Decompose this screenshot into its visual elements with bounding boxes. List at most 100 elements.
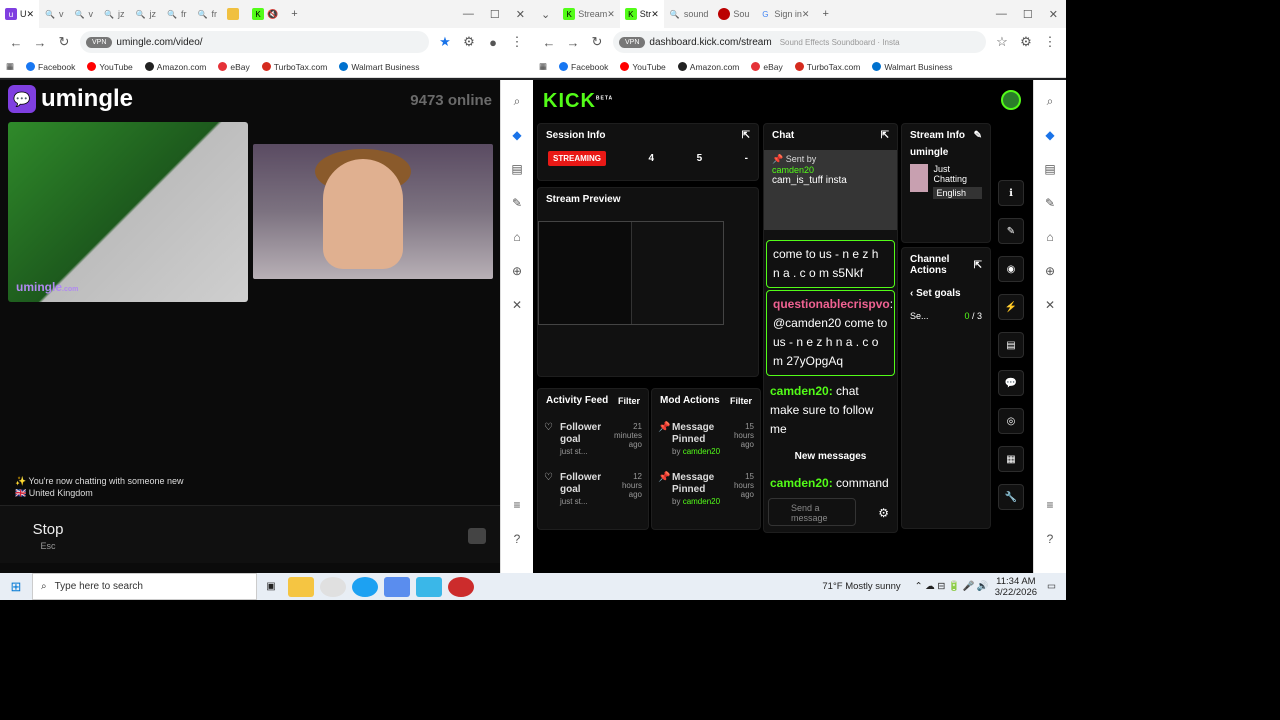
tab-kick-stream[interactable]: K Stream ✕ [558,0,620,28]
bookmark-walmart[interactable]: Walmart Business [872,62,953,72]
bookmark-amazon[interactable]: Amazon.com [144,62,206,72]
umingle-logo[interactable]: 💬 umingle [8,85,133,113]
apps-icon[interactable]: ▦ [6,61,14,72]
vpn-badge[interactable]: VPN [86,36,113,48]
bookmark-facebook[interactable]: Facebook [559,62,608,72]
layout-icon[interactable]: ▦ [998,446,1024,472]
close-button[interactable]: ✕ [1041,8,1066,21]
popout-icon[interactable]: ⇱ [742,130,750,141]
tools-icon[interactable]: ✕ [507,298,527,318]
chat-input[interactable]: Send a message [768,498,856,526]
taskbar-search[interactable]: ⌕ Type here to search [32,573,257,600]
shopping-icon[interactable]: ▤ [507,162,527,182]
store-icon[interactable] [384,576,410,597]
copilot-icon[interactable]: ◆ [1040,128,1060,148]
file-explorer-icon[interactable] [288,576,314,597]
tab-4[interactable]: 🔍 jz [98,0,130,28]
mod-filter-button[interactable]: Filter [730,396,752,406]
pinned-message[interactable]: 📌 Sent by camden20 cam_is_tuff insta [764,150,897,230]
app-icon[interactable] [416,576,442,597]
help-icon[interactable]: ? [1040,532,1060,552]
url-field[interactable]: VPN umingle.com/video/ [80,31,429,53]
pencil-icon[interactable]: ✎ [998,218,1024,244]
tab-7[interactable]: 🔍 fr [192,0,223,28]
tray-icons[interactable]: ⌃ ☁ ⊟ 🔋 🎤 🔊 [915,581,989,592]
stop-button[interactable]: Stop Esc [8,516,88,556]
help-icon[interactable]: ? [507,532,527,552]
forward-icon[interactable]: → [28,35,52,50]
customize-icon[interactable]: ≡ [507,498,527,518]
popout-icon[interactable]: ⇱ [881,130,889,141]
minimize-button[interactable]: — [988,8,1015,20]
wrench-icon[interactable]: 🔧 [998,484,1024,510]
task-view-icon[interactable]: ▣ [257,581,285,592]
bookmark-ebay[interactable]: eBay [218,62,250,72]
set-goals-button[interactable]: ‹ Set goals [902,282,990,305]
tag-icon[interactable]: ⌂ [1040,230,1060,250]
popout-icon[interactable]: ⇱ [974,260,982,271]
bookmark-facebook[interactable]: Facebook [26,62,75,72]
bookmark-star-icon[interactable]: ★ [433,34,457,50]
tab-6[interactable]: 🔍 fr [161,0,192,28]
tab-kick-active[interactable]: K Str ✕ [619,0,664,28]
profile-icon[interactable]: ● [481,35,505,50]
url-field[interactable]: VPN dashboard.kick.com/stream Sound Effect… [613,31,986,53]
bookmark-ebay[interactable]: eBay [751,62,783,72]
apps-icon[interactable]: ▦ [539,61,547,72]
tab-sound[interactable]: 🔍 sound [664,0,714,28]
tab-2[interactable]: 🔍 v [39,0,69,28]
back-icon[interactable]: ← [4,35,28,50]
tag-icon[interactable]: ⌂ [507,230,527,250]
edit-icon[interactable]: ✎ [974,130,982,141]
edit-icon[interactable]: ✎ [1040,196,1060,216]
info-icon[interactable]: ℹ [998,180,1024,206]
preview-thumbnail[interactable] [538,221,724,325]
games-icon[interactable]: ⊕ [1040,264,1060,284]
reload-icon[interactable]: ↻ [52,34,76,50]
tab-sign-in[interactable]: G Sign in ✕ [754,0,814,28]
url-suggestion[interactable]: Sound Effects Soundboard · Insta [780,38,900,47]
clock[interactable]: 11:34 AM 3/22/2026 [995,576,1037,598]
tab-5[interactable]: 🔍 jz [130,0,162,28]
broadcast-icon[interactable]: ◎ [998,408,1024,434]
new-tab-button[interactable]: + [814,8,836,20]
customize-icon[interactable]: ≡ [1040,498,1060,518]
new-tab-button[interactable]: + [283,8,305,20]
menu-icon[interactable]: ⋮ [505,34,529,50]
back-icon[interactable]: ← [537,35,561,50]
tab-3[interactable]: 🔍 v [69,0,99,28]
bookmark-walmart[interactable]: Walmart Business [339,62,420,72]
vpn-badge[interactable]: VPN [619,36,646,48]
edge-icon[interactable] [352,576,378,597]
bookmark-star-icon[interactable]: ☆ [990,34,1014,50]
bookmark-youtube[interactable]: YouTube [620,62,666,72]
menu-icon[interactable]: ⋮ [1038,34,1062,50]
minimize-button[interactable]: — [455,8,482,20]
windows-start-icon[interactable]: ⊞ [0,579,32,595]
chat-icon[interactable]: 💬 [998,370,1024,396]
maximize-button[interactable]: ☐ [1015,8,1041,21]
tab-9[interactable]: K 🔇 [247,0,283,28]
edit-icon[interactable]: ✎ [507,196,527,216]
reload-icon[interactable]: ↻ [585,34,609,50]
maximize-button[interactable]: ☐ [482,8,508,21]
games-icon[interactable]: ⊕ [507,264,527,284]
copilot-icon[interactable]: ◆ [507,128,527,148]
extensions-icon[interactable]: ⚙ [457,34,481,50]
extensions-icon[interactable]: ⚙ [1014,34,1038,50]
tab-8[interactable] [222,0,247,28]
close-button[interactable]: ✕ [508,8,533,21]
send-icon[interactable] [468,528,486,544]
bookmark-youtube[interactable]: YouTube [87,62,133,72]
avatar[interactable] [1001,90,1021,110]
search-icon[interactable]: ⌕ [507,94,527,114]
document-icon[interactable]: ▤ [998,332,1024,358]
app-icon[interactable] [448,576,474,597]
forward-icon[interactable]: → [561,35,585,50]
tools-icon[interactable]: ✕ [1040,298,1060,318]
tab-umingle[interactable]: uU ✕ [0,0,40,28]
bookmark-turbotax[interactable]: TurboTax.com [794,62,860,72]
weather-widget[interactable]: 71°F Mostly sunny [822,581,900,592]
bookmark-amazon[interactable]: Amazon.com [677,62,739,72]
search-icon[interactable]: ⌕ [1040,94,1060,114]
